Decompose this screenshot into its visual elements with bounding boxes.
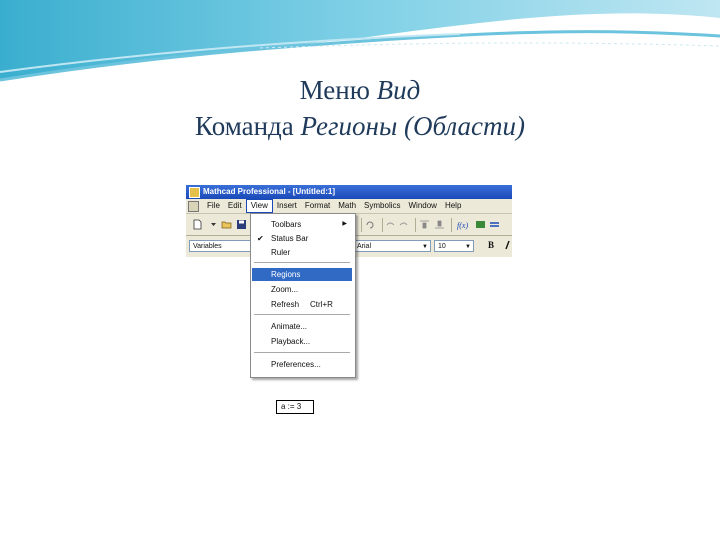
view-menu-refresh[interactable]: Refresh Ctrl+R [252,298,352,311]
submenu-arrow-icon: ▶ [342,221,347,227]
menubar: File Edit View Insert Format Math Symbol… [186,199,512,214]
view-menu-ruler[interactable]: Ruler [252,246,352,259]
slide-title: Меню Вид Команда Регионы (Области) [0,72,720,144]
menu-item-label: Status Bar [271,234,309,243]
menu-separator [254,314,350,315]
dropdown-arrow-icon[interactable] [208,219,219,230]
toolbar-separator [361,218,362,232]
menu-item-shortcut: Ctrl+R [310,300,333,309]
menu-window[interactable]: Window [405,200,441,212]
style-value: Variables [193,243,222,250]
menu-item-label: Ruler [271,248,291,257]
bold-button[interactable]: B [488,240,494,250]
mathcad-app-icon [189,187,200,198]
menu-item-label: Toolbars [271,220,302,229]
menu-format[interactable]: Format [301,200,334,212]
view-menu-status-bar[interactable]: ✔ Status Bar [252,232,352,245]
menu-symbolics[interactable]: Symbolics [360,200,404,212]
window-title: Mathcad Professional - [Untitled:1] [203,187,336,196]
font-size-dropdown[interactable]: 10 ▼ [434,240,474,252]
checkmark-icon: ✔ [257,234,264,243]
toolbar-separator [451,218,452,232]
chevron-down-icon: ▼ [422,244,428,250]
svg-text:f(x): f(x) [457,221,468,230]
view-menu-regions[interactable]: Regions [252,268,352,281]
calculate-icon[interactable] [489,219,500,230]
menu-insert[interactable]: Insert [273,200,301,212]
menu-item-label: Preferences... [271,360,321,369]
window-titlebar: Mathcad Professional - [Untitled:1] [186,185,512,199]
menu-file[interactable]: File [203,200,224,212]
toolbar-separator [415,218,416,232]
menu-math[interactable]: Math [334,200,360,212]
document-icon[interactable] [188,200,199,212]
new-document-icon[interactable] [192,219,203,230]
view-menu-animate[interactable]: Animate... [252,320,352,333]
save-icon[interactable] [236,219,247,230]
math-region[interactable]: a := 3 [276,400,314,414]
menu-edit[interactable]: Edit [224,200,246,212]
menu-item-label: Animate... [271,322,308,331]
view-menu-dropdown: Toolbars ▶ ✔ Status Bar Ruler Regions Zo… [250,213,356,378]
math-region-text: a := 3 [281,402,302,411]
title-line-2: Команда Регионы (Области) [195,111,525,141]
view-menu-zoom[interactable]: Zoom... [252,283,352,296]
align-top-icon[interactable] [419,219,430,230]
title-line-1: Меню Вид [299,75,421,105]
insert-unit-icon[interactable] [475,219,486,230]
font-dropdown[interactable]: Arial ▼ [353,240,431,252]
style-dropdown[interactable]: Variables [189,240,251,252]
menu-item-label: Refresh [271,300,300,309]
menu-item-label: Regions [271,270,301,279]
insert-function-icon[interactable]: f(x) [457,219,468,230]
chevron-down-icon: ▼ [465,244,471,250]
menu-separator [254,352,350,353]
align-bottom-icon[interactable] [434,219,445,230]
redo-arrow-icon[interactable] [398,219,409,230]
menu-view[interactable]: View [245,199,273,213]
menu-help[interactable]: Help [441,200,465,212]
view-menu-preferences[interactable]: Preferences... [252,358,352,371]
mathcad-screenshot: Mathcad Professional - [Untitled:1] File… [186,185,512,469]
toolbar-separator [382,218,383,232]
font-value: Arial [357,243,372,250]
undo-arrow-icon[interactable] [385,219,396,230]
italic-icon[interactable] [504,240,512,250]
menu-separator [254,262,350,263]
undo-icon[interactable] [364,219,375,230]
view-menu-toolbars[interactable]: Toolbars ▶ [252,218,352,231]
menu-item-label: Zoom... [271,285,299,294]
open-folder-icon[interactable] [221,219,232,230]
view-menu-playback[interactable]: Playback... [252,335,352,348]
menu-item-label: Playback... [271,337,311,346]
font-size-value: 10 [438,243,446,250]
